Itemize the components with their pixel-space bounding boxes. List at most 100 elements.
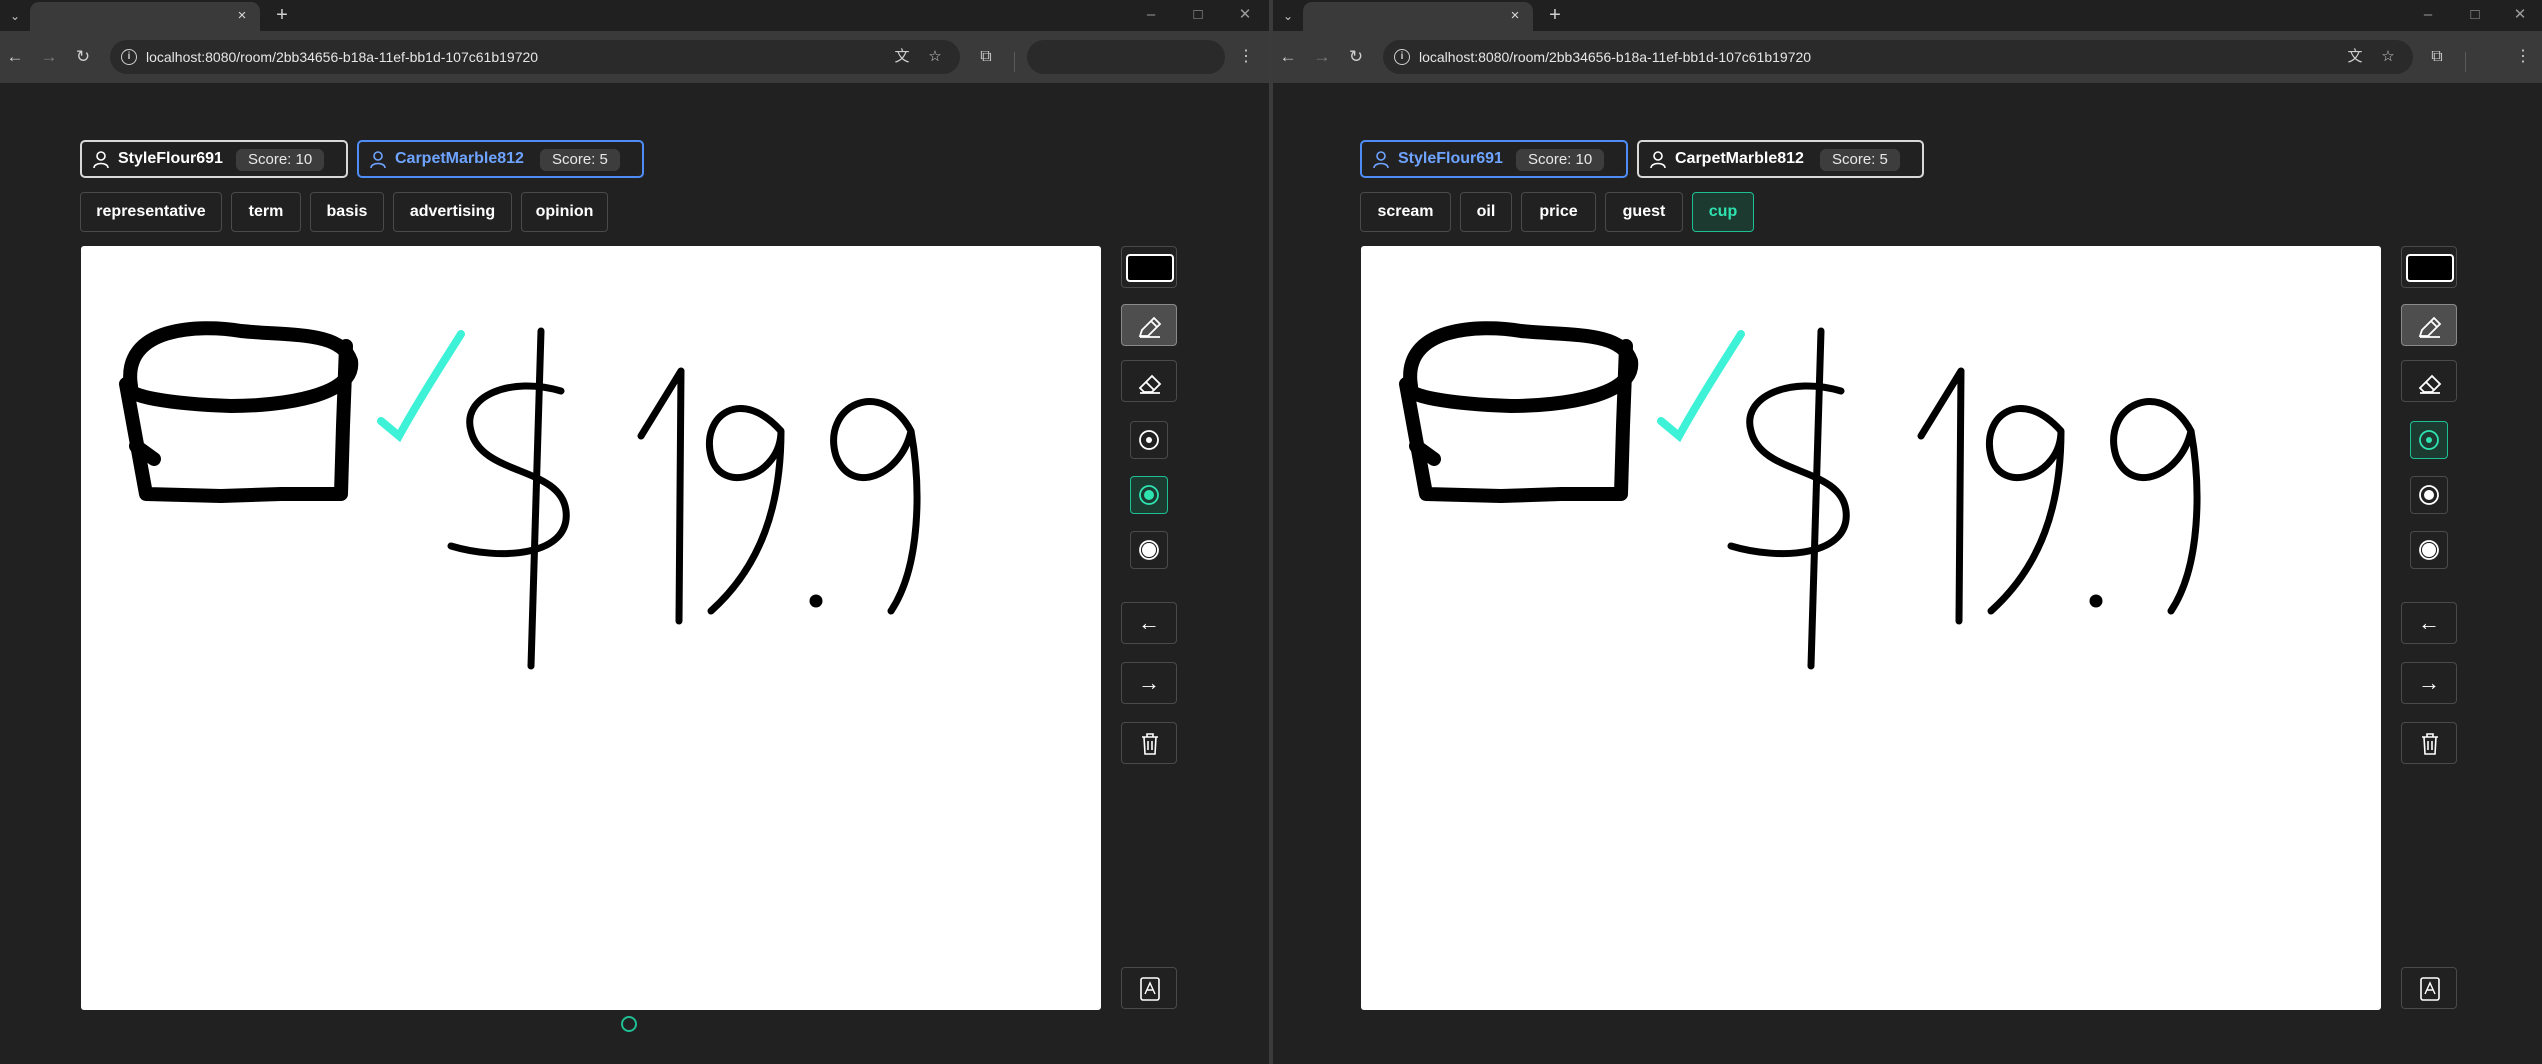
maximize-icon[interactable]: □: [2455, 3, 2495, 27]
brush-size-icon: [2419, 540, 2439, 560]
plus-icon[interactable]: +: [1543, 3, 1567, 27]
player-card-active: CarpetMarble812 Score: 5: [357, 140, 644, 178]
minimize-icon[interactable]: –: [2408, 3, 2448, 27]
cup-drawing: [119, 321, 359, 503]
browser-tab[interactable]: ×: [1303, 2, 1533, 31]
player-name: CarpetMarble812: [395, 150, 524, 167]
minimize-icon[interactable]: –: [1131, 3, 1171, 27]
address-bar[interactable]: i localhost:8080/room/2bb34656-b18a-11ef…: [1383, 40, 2413, 74]
kebab-menu-icon[interactable]: ⋮: [1233, 44, 1259, 70]
brush-size-small[interactable]: [1130, 421, 1168, 459]
chevron-down-icon[interactable]: ⌄: [1277, 5, 1299, 27]
word-choice[interactable]: term: [231, 192, 301, 232]
close-icon[interactable]: ×: [232, 6, 252, 26]
redo-icon: →: [2418, 670, 2440, 695]
user-icon: [1650, 151, 1666, 169]
player-name: StyleFlour691: [118, 150, 223, 167]
title-bar: ⌄ × + – □ ✕: [0, 0, 1269, 31]
toolbar-separator: [1014, 52, 1015, 72]
undo-icon: ←: [2418, 610, 2440, 635]
drawing: [119, 321, 921, 670]
browser-tab[interactable]: ×: [30, 2, 260, 31]
back-arrow-icon[interactable]: ←: [2, 44, 28, 70]
player-score: Score: 5: [1820, 149, 1900, 171]
undo-button[interactable]: ←: [2401, 602, 2457, 644]
redo-button[interactable]: →: [1121, 662, 1177, 704]
eraser-button[interactable]: [1121, 360, 1177, 402]
forward-arrow-icon[interactable]: →: [1309, 44, 1335, 70]
brush-size-large[interactable]: [1130, 531, 1168, 569]
word-choice[interactable]: price: [1521, 192, 1596, 232]
brush-size-small[interactable]: [2410, 421, 2448, 459]
reload-icon[interactable]: ↻: [70, 44, 96, 70]
word-choice[interactable]: guest: [1605, 192, 1683, 232]
maximize-icon[interactable]: □: [1178, 3, 1218, 27]
brush-size-large[interactable]: [2410, 531, 2448, 569]
redo-button[interactable]: →: [2401, 662, 2457, 704]
redo-icon: →: [1138, 670, 1160, 695]
brush-size-medium[interactable]: [1130, 476, 1168, 514]
title-bar: ⌄ × + – □ ✕: [1273, 0, 2542, 31]
user-icon: [1373, 151, 1389, 169]
brush-size-icon: [2419, 430, 2439, 450]
reload-icon[interactable]: ↻: [1343, 44, 1369, 70]
brush-size-medium[interactable]: [2410, 476, 2448, 514]
star-icon[interactable]: ☆: [923, 45, 947, 69]
clear-button[interactable]: [2401, 722, 2457, 764]
word-choice[interactable]: representative: [80, 192, 222, 232]
plus-icon[interactable]: +: [270, 3, 294, 27]
chevron-down-icon[interactable]: ⌄: [4, 5, 26, 27]
word-choice-selected[interactable]: cup: [1692, 192, 1754, 232]
drawing-canvas[interactable]: [81, 246, 1101, 1010]
back-arrow-icon[interactable]: ←: [1275, 44, 1301, 70]
player-score: Score: 10: [236, 149, 325, 171]
word-choice[interactable]: basis: [310, 192, 384, 232]
profile-pill[interactable]: [1027, 40, 1225, 74]
checkmark-drawing: [377, 330, 465, 443]
player-score: Score: 5: [540, 149, 620, 171]
translate-icon[interactable]: 文: [890, 45, 914, 69]
eraser-button[interactable]: [2401, 360, 2457, 402]
brush-size-icon: [1139, 540, 1159, 560]
kebab-menu-icon[interactable]: ⋮: [2510, 44, 2536, 70]
pen-button[interactable]: [1121, 304, 1177, 346]
submit-button[interactable]: [1121, 967, 1177, 1009]
star-icon[interactable]: ☆: [2376, 45, 2400, 69]
submit-button[interactable]: [2401, 967, 2457, 1009]
puzzle-icon[interactable]: ⧉: [2424, 44, 2450, 70]
color-swatch-button[interactable]: [2401, 246, 2457, 288]
submit-icon: [2420, 977, 2440, 1001]
close-icon[interactable]: ×: [1505, 6, 1525, 26]
trash-icon: [2422, 733, 2438, 755]
word-choice[interactable]: opinion: [521, 192, 608, 232]
drawing-canvas[interactable]: [1361, 246, 2381, 1010]
clear-button[interactable]: [1121, 722, 1177, 764]
undo-button[interactable]: ←: [1121, 602, 1177, 644]
site-info-icon[interactable]: i: [1394, 49, 1410, 65]
word-choice[interactable]: advertising: [393, 192, 512, 232]
player-score: Score: 10: [1516, 149, 1605, 171]
pen-button[interactable]: [2401, 304, 2457, 346]
word-choice[interactable]: oil: [1460, 192, 1512, 232]
translate-icon[interactable]: 文: [2343, 45, 2367, 69]
player-card-active: StyleFlour691 Score: 10: [1360, 140, 1628, 178]
player-name: CarpetMarble812: [1675, 150, 1804, 167]
price-drawing: [1727, 327, 2201, 670]
brush-size-icon: [1139, 485, 1159, 505]
undo-icon: ←: [1138, 610, 1160, 635]
trash-icon: [1142, 733, 1158, 755]
checkmark-drawing: [1657, 330, 1745, 443]
eraser-icon: [1138, 374, 1162, 394]
puzzle-icon[interactable]: ⧉: [973, 44, 999, 70]
address-bar[interactable]: i localhost:8080/room/2bb34656-b18a-11ef…: [110, 40, 960, 74]
user-icon: [93, 151, 109, 169]
site-info-icon[interactable]: i: [121, 49, 137, 65]
submit-icon: [1140, 977, 1160, 1001]
word-choice[interactable]: scream: [1360, 192, 1451, 232]
window-close-icon[interactable]: ✕: [1225, 3, 1265, 27]
drawing: [1399, 321, 2201, 670]
browser-window-right: ⌄ × + – □ ✕ ← → ↻ i localhost:8080/room/…: [1273, 0, 2542, 1064]
forward-arrow-icon[interactable]: →: [36, 44, 62, 70]
window-close-icon[interactable]: ✕: [2502, 3, 2538, 27]
color-swatch-button[interactable]: [1121, 246, 1177, 288]
